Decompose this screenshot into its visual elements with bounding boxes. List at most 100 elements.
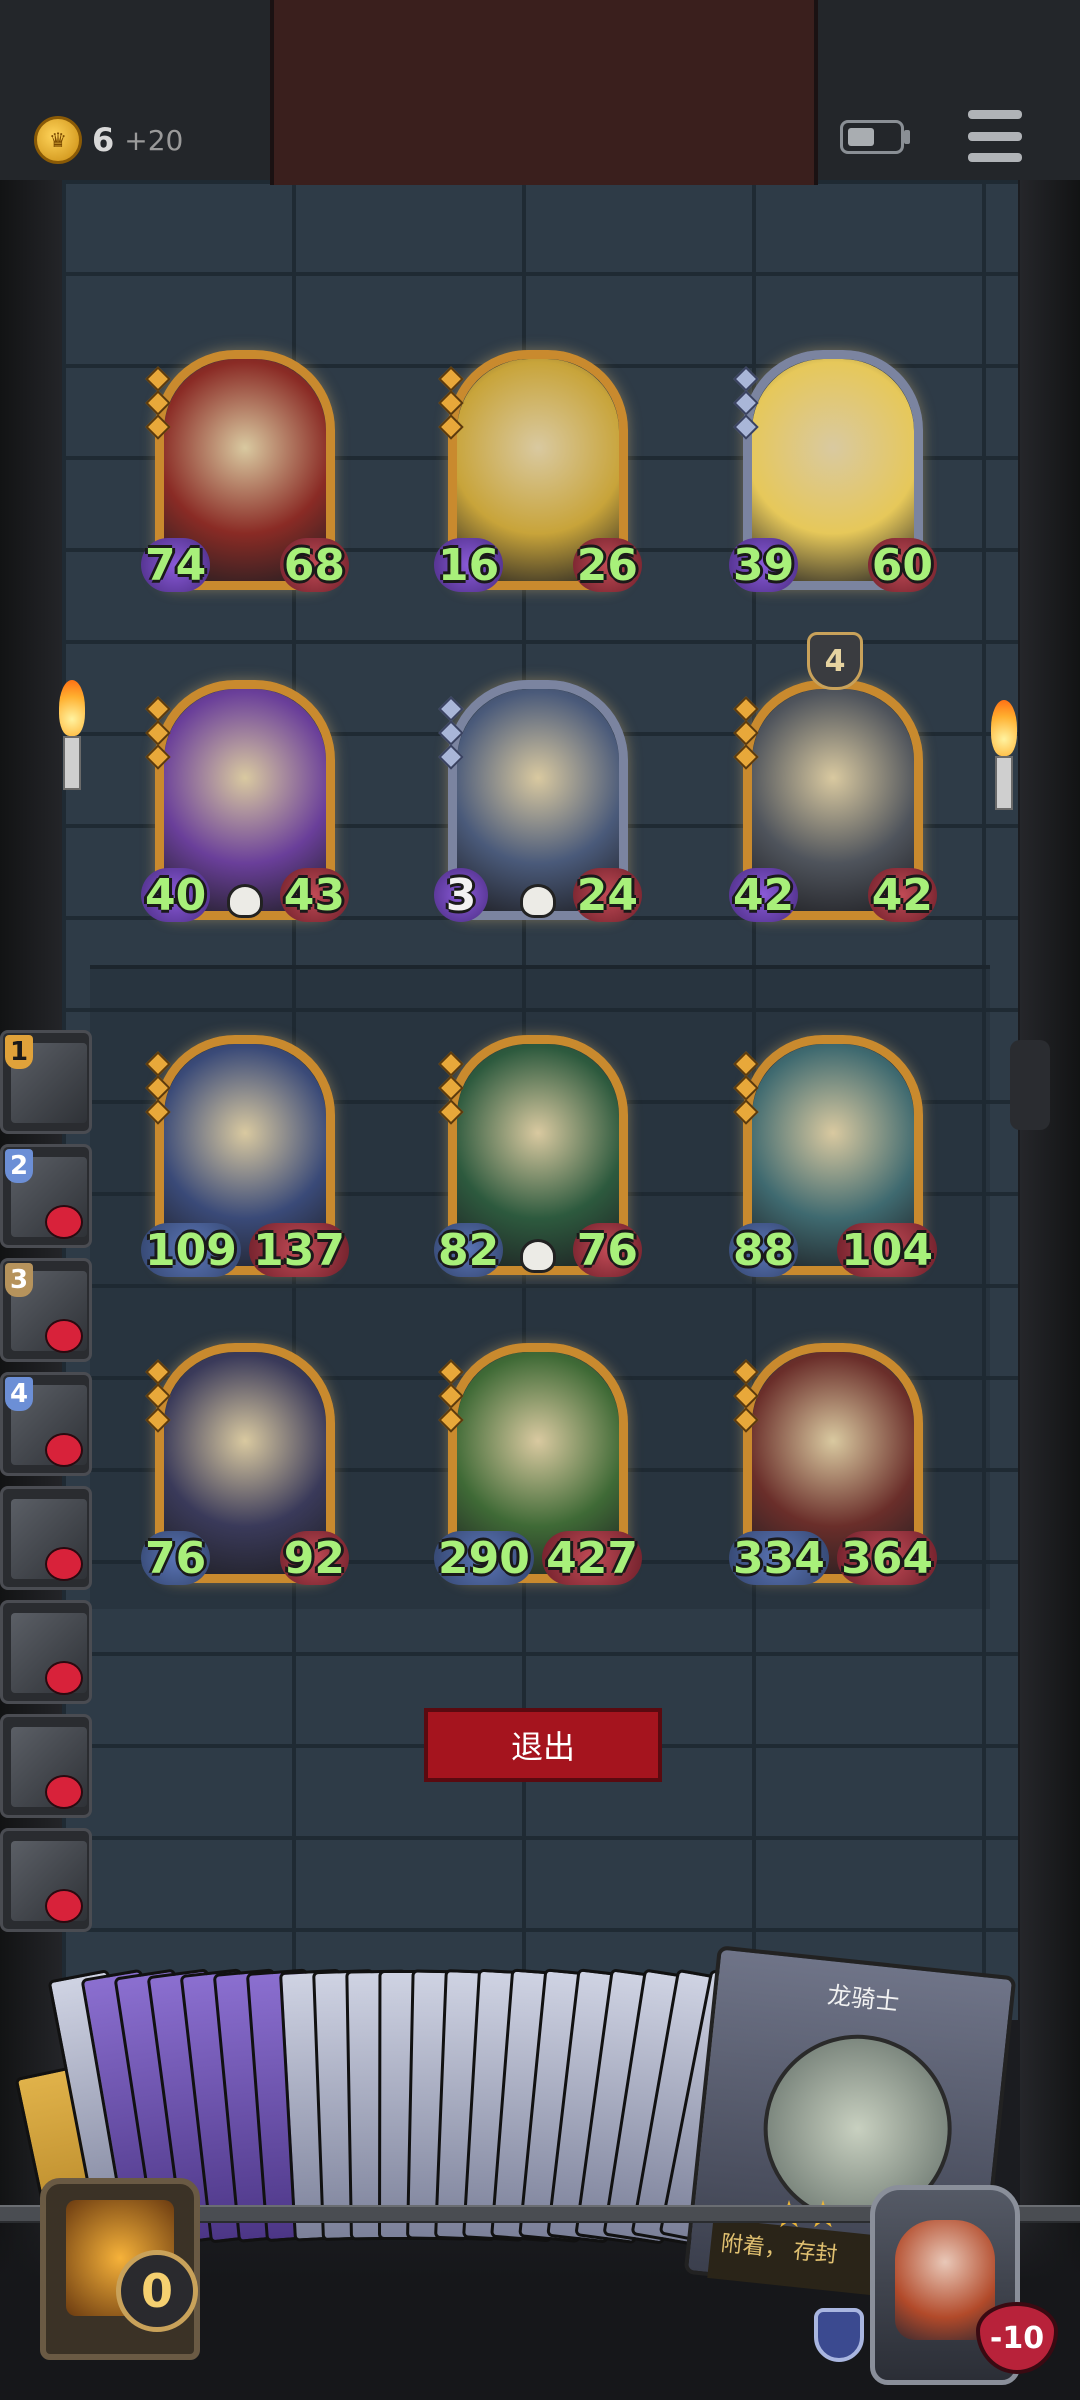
tier-pip-icon bbox=[145, 390, 171, 416]
skull-icon bbox=[227, 884, 263, 918]
tier-pip-icon bbox=[145, 1099, 171, 1125]
tier-pip-icon bbox=[145, 1407, 171, 1433]
opponent-item[interactable] bbox=[0, 1714, 92, 1818]
tier-pip-icon bbox=[733, 720, 759, 746]
tier-pip-icon bbox=[438, 1383, 464, 1409]
menu-button[interactable] bbox=[968, 110, 1022, 162]
tier-pip-icon bbox=[438, 366, 464, 392]
tier-pip-icon bbox=[438, 1099, 464, 1125]
tier-pip-icon bbox=[438, 414, 464, 440]
health-stat: 92 bbox=[279, 1531, 349, 1585]
attack-stat: 290 bbox=[434, 1531, 534, 1585]
minion-card[interactable]: 290 427 bbox=[434, 1343, 642, 1585]
health-stat: 68 bbox=[279, 538, 349, 592]
tier-pip-icon bbox=[438, 1359, 464, 1385]
tier-pip-icon bbox=[733, 696, 759, 722]
tier-pips bbox=[145, 696, 171, 770]
tier-pip-icon bbox=[438, 1407, 464, 1433]
tier-pip-icon bbox=[438, 390, 464, 416]
health-stat: 26 bbox=[572, 538, 642, 592]
minion-card[interactable]: 334 364 bbox=[729, 1343, 937, 1585]
minion-card[interactable]: 82 76 bbox=[434, 1035, 642, 1277]
health-stat: 60 bbox=[867, 538, 937, 592]
tier-pips bbox=[733, 1359, 759, 1433]
tier-pip-icon bbox=[733, 390, 759, 416]
tier-pip-icon bbox=[733, 1359, 759, 1385]
opponent-item[interactable] bbox=[0, 1486, 92, 1590]
opponent-item[interactable]: 1 bbox=[0, 1030, 92, 1134]
door-hinge bbox=[1010, 1040, 1050, 1130]
battery-tip bbox=[904, 130, 910, 144]
attack-stat: 109 bbox=[141, 1223, 241, 1277]
eliminated-skull-icon bbox=[45, 1205, 83, 1239]
right-frame bbox=[1020, 0, 1080, 2400]
tier-pips bbox=[145, 1051, 171, 1125]
tier-pip-icon bbox=[733, 1099, 759, 1125]
tier-pip-icon bbox=[145, 696, 171, 722]
health-stat: 43 bbox=[279, 868, 349, 922]
tier-pip-icon bbox=[733, 1407, 759, 1433]
rank-badge: 3 bbox=[5, 1263, 33, 1297]
featured-card-name: 龙骑士 bbox=[826, 1981, 901, 2017]
tier-pip-icon bbox=[145, 366, 171, 392]
minion-card[interactable]: 74 68 bbox=[141, 350, 349, 592]
minion-card[interactable]: 16 26 bbox=[434, 350, 642, 592]
minion-card[interactable]: 109 137 bbox=[141, 1035, 349, 1277]
tier-pips bbox=[438, 1051, 464, 1125]
opponent-item[interactable] bbox=[0, 1828, 92, 1932]
health-stat: 427 bbox=[542, 1531, 642, 1585]
shield-icon[interactable] bbox=[814, 2308, 864, 2362]
tier-pip-icon bbox=[438, 1075, 464, 1101]
gold-income: +20 bbox=[124, 123, 184, 157]
tier-pip-icon bbox=[145, 1051, 171, 1077]
minion-card[interactable]: 40 43 bbox=[141, 680, 349, 922]
exit-button[interactable]: 退出 bbox=[424, 1708, 662, 1782]
tier-pip-icon bbox=[733, 1383, 759, 1409]
tier-pips bbox=[733, 366, 759, 440]
attack-stat: 3 bbox=[434, 868, 488, 922]
eliminated-skull-icon bbox=[45, 1775, 83, 1809]
attack-stat: 334 bbox=[729, 1531, 829, 1585]
eliminated-skull-icon bbox=[45, 1889, 83, 1923]
rank-badge: 4 bbox=[5, 1377, 33, 1411]
health-stat: 24 bbox=[572, 868, 642, 922]
tier-pips bbox=[145, 1359, 171, 1433]
minion-card[interactable]: 76 92 bbox=[141, 1343, 349, 1585]
tier-pip-icon bbox=[145, 1359, 171, 1385]
skull-icon bbox=[520, 1239, 556, 1273]
tier-pip-icon bbox=[438, 720, 464, 746]
skull-icon bbox=[520, 884, 556, 918]
rank-badge: 2 bbox=[5, 1149, 33, 1183]
level-badge: 4 bbox=[807, 632, 863, 690]
tier-pip-icon bbox=[145, 1075, 171, 1101]
minion-card[interactable]: 88 104 bbox=[729, 1035, 937, 1277]
tier-pip-icon bbox=[438, 1051, 464, 1077]
tier-pip-icon bbox=[438, 744, 464, 770]
energy-count: 0 bbox=[116, 2250, 198, 2332]
opponent-item[interactable]: 2 bbox=[0, 1144, 92, 1248]
attack-stat: 42 bbox=[729, 868, 799, 922]
tier-pips bbox=[438, 696, 464, 770]
tier-pip-icon bbox=[733, 744, 759, 770]
eliminated-skull-icon bbox=[45, 1319, 83, 1353]
tier-pips bbox=[438, 366, 464, 440]
minion-card[interactable]: 3 24 bbox=[434, 680, 642, 922]
opponent-item[interactable]: 3 bbox=[0, 1258, 92, 1362]
attack-stat: 39 bbox=[729, 538, 799, 592]
tier-pips bbox=[733, 696, 759, 770]
right-torch-icon bbox=[982, 700, 1026, 810]
minion-card[interactable]: 4 42 42 bbox=[729, 632, 937, 922]
health-stat: 104 bbox=[837, 1223, 937, 1277]
tier-pip-icon bbox=[438, 696, 464, 722]
attack-stat: 74 bbox=[141, 538, 211, 592]
opponent-item[interactable]: 4 bbox=[0, 1372, 92, 1476]
attack-stat: 88 bbox=[729, 1223, 799, 1277]
opponent-item[interactable] bbox=[0, 1600, 92, 1704]
minion-card[interactable]: 39 60 bbox=[729, 350, 937, 592]
rank-badge: 1 bbox=[5, 1035, 33, 1069]
tier-pip-icon bbox=[733, 366, 759, 392]
attack-stat: 82 bbox=[434, 1223, 504, 1277]
tier-pip-icon bbox=[145, 414, 171, 440]
tier-pips bbox=[733, 1051, 759, 1125]
opponent-list: 1 2 3 4 bbox=[0, 1030, 104, 1942]
